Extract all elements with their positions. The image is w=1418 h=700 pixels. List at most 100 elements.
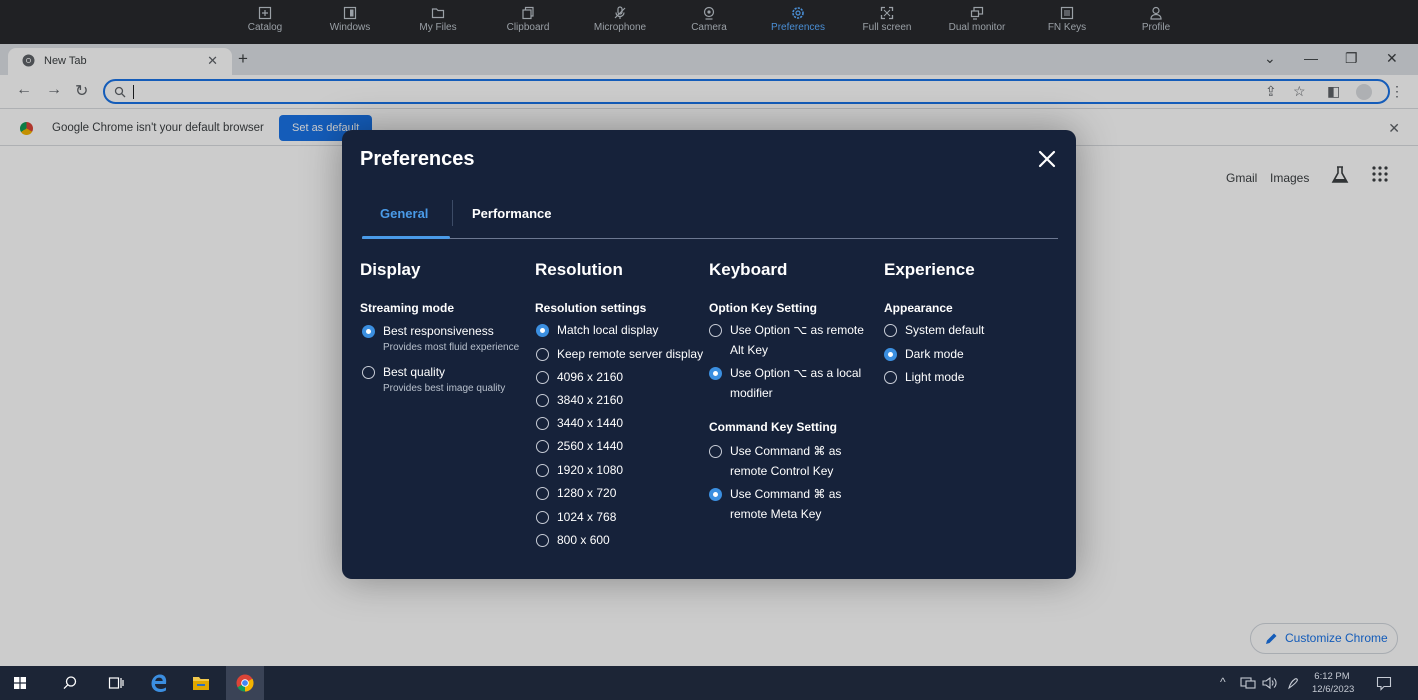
toolbar-full-screen[interactable]: Full screen	[852, 6, 922, 33]
radio-indicator	[884, 348, 897, 361]
clock-date: 12/6/2023	[1312, 684, 1355, 695]
tab-divider	[452, 200, 453, 226]
file-explorer-icon[interactable]	[192, 675, 210, 691]
toolbar-fn-keys-label: FN Keys	[1047, 22, 1087, 33]
best-quality-desc: Provides best image quality	[383, 383, 506, 394]
radio-resolution-4096x2160[interactable]: 4096 x 2160	[536, 367, 623, 387]
radio-command-remote-control[interactable]: Use Command ⌘ as remote Control Key	[709, 441, 841, 481]
command-meta-label: Use Command ⌘ as	[730, 487, 842, 501]
radio-indicator	[536, 534, 549, 547]
toolbar-microphone-label: Microphone	[593, 22, 647, 33]
radio-resolution-800x600[interactable]: 800 x 600	[536, 530, 610, 550]
show-hidden-icons-chevron-icon[interactable]: ^	[1220, 675, 1226, 689]
radio-command-remote-meta[interactable]: Use Command ⌘ as remote Meta Key	[709, 484, 841, 524]
toolbar-microphone[interactable]: Microphone	[585, 6, 655, 33]
toolbar-camera-label: Camera	[691, 22, 727, 33]
edge-browser-icon[interactable]	[149, 673, 169, 693]
radio-indicator	[536, 324, 549, 337]
radio-indicator	[536, 464, 549, 477]
close-icon[interactable]	[1036, 148, 1058, 170]
radio-option-local-modifier[interactable]: Use Option ⌥ as a local modifier	[709, 363, 861, 403]
radio-resolution-1024x768[interactable]: 1024 x 768	[536, 507, 616, 527]
radio-appearance-dark-mode[interactable]: Dark mode	[884, 344, 964, 364]
chrome-taskbar-button[interactable]	[226, 666, 264, 700]
appearance-option-label: Dark mode	[905, 347, 964, 361]
radio-indicator	[536, 511, 549, 524]
task-view-icon[interactable]	[108, 675, 124, 691]
toolbar-preferences[interactable]: Preferences	[763, 6, 833, 33]
toolbar-dual-monitor-label: Dual monitor	[948, 22, 1006, 33]
toolbar-catalog-label: Catalog	[247, 22, 283, 33]
option-local-label-line2: modifier	[730, 386, 773, 400]
best-responsiveness-label: Best responsiveness	[383, 324, 494, 338]
radio-indicator	[709, 445, 722, 458]
toolbar-my-files[interactable]: My Files	[403, 6, 473, 33]
radio-resolution-3440x1440[interactable]: 3440 x 1440	[536, 413, 623, 433]
radio-option-remote-alt[interactable]: Use Option ⌥ as remote Alt Key	[709, 320, 864, 360]
toolbar-catalog[interactable]: Catalog	[230, 6, 300, 33]
best-quality-label: Best quality	[383, 365, 446, 379]
taskbar: ^ 6:12 PM 12/6/2023	[0, 666, 1418, 700]
resolution-option-label: 1280 x 720	[557, 486, 617, 500]
radio-indicator	[536, 487, 549, 500]
camera-icon	[703, 6, 715, 20]
windows-start-icon[interactable]	[14, 677, 26, 689]
toolbar-preferences-label: Preferences	[771, 22, 825, 33]
toolbar-windows-label: Windows	[329, 22, 371, 33]
resolution-heading: Resolution	[535, 260, 623, 279]
toolbar-dual-monitor[interactable]: Dual monitor	[942, 6, 1012, 33]
radio-best-responsiveness[interactable]: Best responsiveness	[362, 321, 494, 341]
option-key-setting-label: Option Key Setting	[709, 301, 817, 315]
radio-resolution-1920x1080[interactable]: 1920 x 1080	[536, 460, 623, 480]
notifications-icon[interactable]	[1376, 676, 1392, 691]
streaming-mode-label: Streaming mode	[360, 301, 455, 315]
resolution-option-label: 3440 x 1440	[557, 416, 624, 430]
clipboard-icon	[522, 6, 534, 20]
radio-appearance-system-default[interactable]: System default	[884, 320, 984, 340]
toolbar-windows[interactable]: Windows	[315, 6, 385, 33]
dual-monitor-icon	[970, 6, 984, 20]
radio-indicator	[536, 440, 549, 453]
keyboard-heading: Keyboard	[709, 260, 788, 279]
resolution-option-label: 3840 x 2160	[557, 393, 624, 407]
radio-appearance-light-mode[interactable]: Light mode	[884, 367, 964, 387]
volume-icon[interactable]	[1262, 676, 1278, 690]
command-key-setting-label: Command Key Setting	[709, 420, 838, 434]
chrome-taskbar-icon	[236, 674, 254, 692]
plus-square-icon	[258, 6, 272, 20]
option-local-label: Use Option ⌥ as a local	[730, 366, 862, 380]
toolbar-clipboard-label: Clipboard	[506, 22, 550, 33]
radio-best-quality[interactable]: Best quality	[362, 362, 445, 382]
tab-performance[interactable]: Performance	[472, 206, 551, 221]
radio-resolution-2560x1440[interactable]: 2560 x 1440	[536, 436, 623, 456]
radio-indicator	[884, 371, 897, 384]
radio-resolution-keep-remote[interactable]: Keep remote server display	[536, 344, 703, 364]
radio-indicator	[536, 417, 549, 430]
resolution-option-label: 2560 x 1440	[557, 439, 624, 453]
resolution-option-label: Keep remote server display	[557, 347, 704, 361]
tab-general[interactable]: General	[380, 206, 428, 221]
command-meta-label-line2: remote Meta Key	[730, 507, 822, 521]
toolbar-my-files-label: My Files	[419, 22, 457, 33]
toolbar-clipboard[interactable]: Clipboard	[493, 6, 563, 33]
network-icon[interactable]	[1240, 676, 1256, 690]
display-heading: Display	[360, 260, 421, 279]
radio-resolution-1280x720[interactable]: 1280 x 720	[536, 483, 616, 503]
toolbar-profile-label: Profile	[1141, 22, 1171, 33]
preferences-dialog: Preferences General Performance Display …	[342, 130, 1076, 579]
taskbar-clock[interactable]: 6:12 PM 12/6/2023	[1312, 670, 1355, 696]
toolbar-profile[interactable]: Profile	[1121, 6, 1191, 33]
radio-indicator	[709, 367, 722, 380]
tab-underline	[362, 238, 1058, 239]
search-icon[interactable]	[62, 675, 78, 691]
appearance-label: Appearance	[884, 301, 953, 315]
radio-indicator	[536, 394, 549, 407]
radio-indicator	[362, 366, 375, 379]
radio-resolution-3840x2160[interactable]: 3840 x 2160	[536, 390, 623, 410]
radio-resolution-match-local[interactable]: Match local display	[536, 320, 658, 340]
toolbar-camera[interactable]: Camera	[674, 6, 744, 33]
resolution-option-label: 1920 x 1080	[557, 463, 624, 477]
toolbar-fn-keys[interactable]: FN Keys	[1032, 6, 1102, 33]
appearance-option-label: Light mode	[905, 370, 965, 384]
pen-icon[interactable]	[1286, 675, 1302, 691]
